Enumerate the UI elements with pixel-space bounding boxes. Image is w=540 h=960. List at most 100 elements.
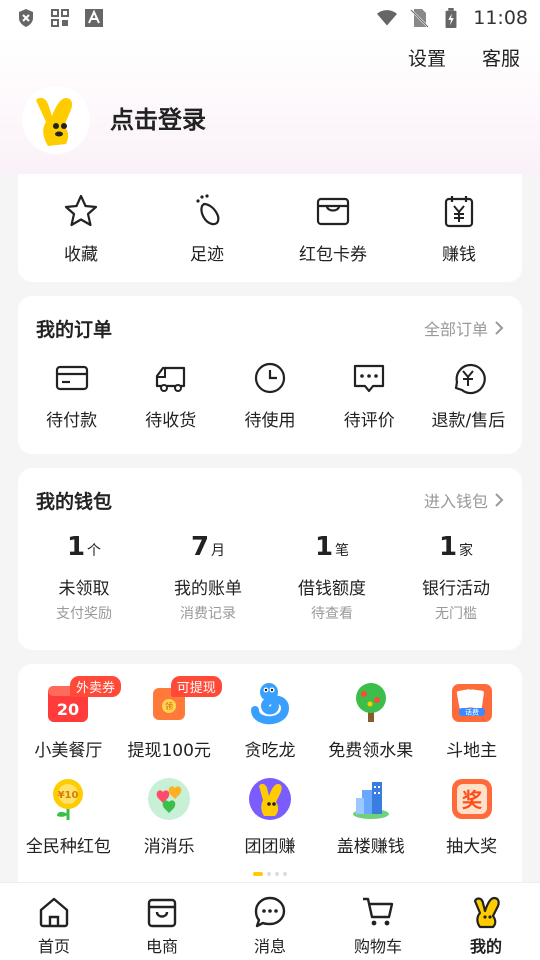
page-dot — [275, 872, 279, 876]
order-item-label: 待收货 — [145, 411, 197, 431]
wallet-bills[interactable]: 7月 我的账单 消费记录 — [146, 532, 270, 623]
wallet-number: 1 — [66, 532, 86, 562]
all-orders-link[interactable]: 全部订单 — [424, 316, 504, 340]
quick-item-label: 红包卡券 — [299, 245, 367, 265]
wallet-label: 我的账单 — [174, 579, 242, 599]
wallet-unit: 家 — [459, 543, 474, 559]
nav-messages[interactable]: 消息 — [216, 883, 324, 960]
order-item-label: 待使用 — [244, 411, 296, 431]
nav-label: 消息 — [253, 937, 286, 956]
game-label: 免费领水果 — [328, 741, 414, 761]
wallet-value: 7月 — [191, 532, 225, 566]
red-packet-char: 领 — [165, 701, 173, 711]
quick-item-favorites[interactable]: 收藏 — [18, 174, 144, 282]
enter-wallet-link[interactable]: 进入钱包 — [424, 488, 504, 512]
order-item-label: 待付款 — [46, 411, 98, 431]
building-icon — [352, 782, 389, 819]
shield-icon — [19, 9, 33, 27]
wallet-unit: 个 — [87, 543, 102, 559]
nav-home[interactable]: 首页 — [0, 883, 108, 960]
wallet-loan[interactable]: 1笔 借钱额度 待查看 — [270, 532, 394, 623]
game-doudizhu[interactable]: 话费 斗地主 — [421, 680, 522, 776]
game-label: 提现100元 — [127, 741, 211, 761]
wifi-icon — [377, 10, 398, 26]
orders-title: 我的订单 — [36, 318, 113, 341]
mascot-me-icon — [473, 896, 500, 929]
wallet-label: 银行活动 — [422, 579, 490, 599]
comment-icon — [354, 364, 385, 393]
home-icon — [39, 897, 69, 928]
wallet-unclaimed[interactable]: 1个 未领取 支付奖励 — [22, 532, 146, 623]
wallet-number: 1 — [438, 532, 458, 562]
avatar[interactable] — [22, 86, 90, 154]
clock-time: 11:08 — [473, 7, 528, 29]
wallet-number: 1 — [314, 532, 334, 562]
game-label: 全民种红包 — [25, 837, 111, 857]
order-refund[interactable]: 退款/售后 — [419, 360, 518, 431]
restaurant-number: 20 — [57, 700, 79, 719]
login-link[interactable]: 点击登录 — [110, 100, 206, 135]
wallet-bank-activity[interactable]: 1家 银行活动 无门槛 — [394, 532, 518, 623]
order-pending-delivery[interactable]: 待收货 — [121, 360, 220, 431]
money-flower-icon: ¥10 — [53, 779, 84, 820]
game-label: 团团赚 — [244, 837, 296, 857]
match-hearts-icon — [148, 778, 191, 820]
game-label: 消消乐 — [143, 837, 195, 857]
nav-label: 首页 — [37, 937, 70, 956]
game-tuantuan[interactable]: 团团赚 — [220, 776, 321, 872]
grid-apps-icon — [51, 9, 69, 27]
refund-icon — [455, 363, 487, 395]
game-plant-redpacket[interactable]: ¥10 全民种红包 — [18, 776, 119, 872]
chevron-right-icon — [495, 321, 504, 335]
game-restaurant[interactable]: 20 外卖券 小美餐厅 — [18, 676, 122, 776]
prize-char: 奖 — [462, 788, 483, 812]
orders-card: 我的订单 全部订单 待付款 待收货 待使用 待评价 退款/售后 — [18, 296, 522, 454]
nav-label: 我的 — [469, 937, 502, 956]
quick-item-earn[interactable]: 赚钱 — [396, 174, 522, 282]
order-pending-payment[interactable]: 待付款 — [22, 360, 121, 431]
bottom-nav: 首页 电商 消息 购物车 我的 — [0, 882, 540, 960]
game-label: 贪吃龙 — [244, 741, 296, 761]
quick-actions-card: 收藏 足迹 红包卡券 赚钱 — [18, 174, 522, 282]
nav-me[interactable]: 我的 — [432, 883, 540, 960]
doudizhu-tag: 话费 — [465, 708, 479, 717]
game-building[interactable]: 盖楼赚钱 — [320, 776, 421, 872]
cart-icon — [363, 897, 394, 926]
customer-service-button[interactable]: 客服 — [482, 44, 520, 71]
battery-charging-icon — [445, 8, 457, 28]
nav-shop[interactable]: 电商 — [108, 883, 216, 960]
order-to-use[interactable]: 待使用 — [220, 360, 319, 431]
yuan-calendar-icon — [444, 196, 474, 228]
chevron-right-icon — [495, 493, 504, 507]
game-label: 斗地主 — [446, 741, 498, 761]
game-label: 小美餐厅 — [34, 741, 103, 761]
game-lottery[interactable]: 奖 抽大奖 — [421, 776, 522, 872]
clock-icon — [254, 362, 286, 394]
nav-cart[interactable]: 购物车 — [324, 883, 432, 960]
snake-icon — [250, 683, 289, 725]
wallet-sublabel: 消费记录 — [180, 606, 236, 622]
all-orders-label: 全部订单 — [423, 320, 488, 339]
poker-cards-icon: 话费 — [451, 684, 492, 722]
flower-amount: ¥10 — [58, 790, 79, 801]
coupon-badge: 外卖券 — [70, 676, 122, 697]
game-match[interactable]: 消消乐 — [119, 776, 220, 872]
wallet-label: 借钱额度 — [298, 579, 366, 599]
settings-button[interactable]: 设置 — [408, 44, 446, 71]
wallet-value: 1家 — [439, 532, 473, 566]
game-free-fruit[interactable]: 免费领水果 — [320, 680, 421, 776]
card-icon — [55, 365, 88, 391]
wallet-number: 7 — [190, 532, 210, 562]
game-snake[interactable]: 贪吃龙 — [220, 680, 321, 776]
truck-icon — [155, 366, 185, 392]
game-withdraw[interactable]: 领 可提现 提现100元 — [119, 676, 222, 776]
footprint-icon — [196, 194, 220, 226]
quick-item-coupons[interactable]: 红包卡券 — [270, 174, 396, 282]
mascot-game-icon — [248, 778, 291, 820]
wallet-sublabel: 待查看 — [311, 606, 353, 622]
quick-item-footprint[interactable]: 足迹 — [144, 174, 270, 282]
order-to-review[interactable]: 待评价 — [320, 360, 419, 431]
withdraw-badge: 可提现 — [170, 676, 222, 697]
order-item-label: 待评价 — [343, 411, 395, 431]
no-sim-icon — [410, 9, 429, 28]
